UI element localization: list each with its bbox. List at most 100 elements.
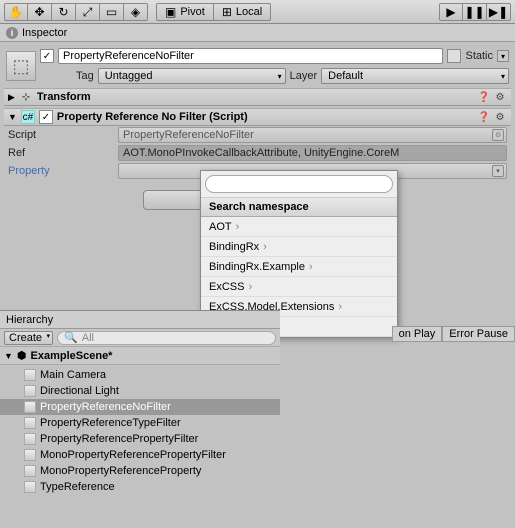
object-picker-button[interactable]: ⊙ xyxy=(492,129,504,141)
hand-tool-button[interactable]: ✋ xyxy=(4,3,28,21)
transform-title: Transform xyxy=(37,91,473,103)
chevron-right-icon: › xyxy=(338,301,342,313)
step-icon: ▶❚ xyxy=(489,6,508,18)
property-field-label: Property xyxy=(8,165,118,177)
popup-item-bindingrx-example[interactable]: BindingRx.Example› xyxy=(201,257,397,277)
rect-tool-button[interactable]: ▭ xyxy=(100,3,124,21)
layer-dropdown[interactable]: Default xyxy=(321,68,509,84)
script-component-header[interactable]: ▼ c# ✓ Property Reference No Filter (Scr… xyxy=(4,108,511,126)
popup-item-excss[interactable]: ExCSS› xyxy=(201,277,397,297)
pivot-toggle-button[interactable]: ▣ Pivot xyxy=(156,3,214,21)
cube-icon: ⬚ xyxy=(12,56,29,77)
local-icon: ⊞ xyxy=(222,6,232,18)
play-icon: ▶ xyxy=(446,6,455,18)
rect-icon: ▭ xyxy=(106,6,117,18)
script-enable-checkbox[interactable]: ✓ xyxy=(39,110,53,124)
scale-tool-button[interactable]: ⤢ xyxy=(76,3,100,21)
gameobject-icon xyxy=(24,465,36,477)
gameobject-icon xyxy=(24,401,36,413)
scene-header[interactable]: ▼ ⬢ ExampleScene* xyxy=(0,347,280,365)
ref-field-value[interactable]: AOT.MonoPInvokeCallbackAttribute, UnityE… xyxy=(118,145,507,161)
foldout-icon: ▼ xyxy=(4,351,13,361)
inspector-icon: i xyxy=(6,27,18,39)
rotate-tool-button[interactable]: ↻ xyxy=(52,3,76,21)
hand-icon: ✋ xyxy=(9,6,24,18)
script-field-value[interactable]: PropertyReferenceNoFilter ⊙ xyxy=(118,127,507,143)
popup-search-area: 🔍 xyxy=(201,171,397,197)
static-label: Static xyxy=(465,50,493,62)
pivot-label: Pivot xyxy=(180,6,204,18)
local-toggle-button[interactable]: ⊞ Local xyxy=(214,3,271,21)
gameobject-name-input[interactable] xyxy=(58,48,443,64)
move-tool-button[interactable]: ✥ xyxy=(28,3,52,21)
clear-on-play-toggle[interactable]: on Play xyxy=(392,326,443,342)
pivot-icon: ▣ xyxy=(165,6,176,18)
tree-item-propertyreferencepropertyfilter[interactable]: PropertyReferencePropertyFilter xyxy=(0,431,280,447)
main-toolbar: ✋ ✥ ↻ ⤢ ▭ ◈ ▣ Pivot ⊞ Local ▶ ❚❚ ▶❚ xyxy=(0,0,515,24)
hierarchy-panel: Hierarchy Create 🔍 All ▼ ⬢ ExampleScene*… xyxy=(0,310,280,497)
popup-item-aot[interactable]: AOT› xyxy=(201,217,397,237)
tree-item-typereference[interactable]: TypeReference xyxy=(0,479,280,495)
play-button[interactable]: ▶ xyxy=(439,3,463,21)
gameobject-icon xyxy=(24,385,36,397)
tree-item-propertyreferencetypefilter[interactable]: PropertyReferenceTypeFilter xyxy=(0,415,280,431)
pause-button[interactable]: ❚❚ xyxy=(463,3,487,21)
search-icon: 🔍 xyxy=(64,331,78,344)
tree-item-directional-light[interactable]: Directional Light xyxy=(0,383,280,399)
popup-item-bindingrx[interactable]: BindingRx› xyxy=(201,237,397,257)
hierarchy-tab-label: Hierarchy xyxy=(6,314,53,326)
transform-component-header[interactable]: ▶ ⊹ Transform ❓ ⚙ xyxy=(4,88,511,106)
hierarchy-tab[interactable]: Hierarchy xyxy=(0,311,280,329)
gear-icon[interactable]: ⚙ xyxy=(493,110,507,124)
error-pause-toggle[interactable]: Error Pause xyxy=(442,326,515,342)
foldout-icon: ▶ xyxy=(8,92,15,103)
help-icon[interactable]: ❓ xyxy=(477,110,491,124)
ref-field-row: Ref AOT.MonoPInvokeCallbackAttribute, Un… xyxy=(4,144,511,162)
tree-item-monopropertyreferenceproperty[interactable]: MonoPropertyReferenceProperty xyxy=(0,463,280,479)
transform-icon: ◈ xyxy=(131,6,140,18)
hierarchy-search-input[interactable]: 🔍 All xyxy=(57,331,276,345)
rotate-icon: ↻ xyxy=(58,6,68,18)
gameobject-icon xyxy=(24,481,36,493)
active-checkbox[interactable]: ✓ xyxy=(40,49,54,63)
inspector-tab[interactable]: i Inspector xyxy=(0,24,515,42)
scale-icon: ⤢ xyxy=(83,6,93,18)
console-toolbar: on Play Error Pause xyxy=(392,326,515,342)
tree-item-propertyreferencenofilter[interactable]: PropertyReferenceNoFilter xyxy=(0,399,280,415)
pause-icon: ❚❚ xyxy=(464,6,484,18)
tree-item-monopropertyreferencepropertyfilter[interactable]: MonoPropertyReferencePropertyFilter xyxy=(0,447,280,463)
move-icon: ✥ xyxy=(34,6,44,18)
chevron-right-icon: › xyxy=(248,281,252,293)
script-title: Property Reference No Filter (Script) xyxy=(57,111,473,123)
gameobject-icon xyxy=(24,449,36,461)
unity-scene-icon: ⬢ xyxy=(17,349,27,362)
chevron-right-icon: › xyxy=(309,261,313,273)
local-label: Local xyxy=(236,6,262,18)
gear-icon[interactable]: ⚙ xyxy=(493,90,507,104)
tree-item-main-camera[interactable]: Main Camera xyxy=(0,367,280,383)
layer-label: Layer xyxy=(290,70,318,82)
popup-search-input[interactable] xyxy=(205,175,393,193)
help-icon[interactable]: ❓ xyxy=(477,90,491,104)
step-button[interactable]: ▶❚ xyxy=(487,3,511,21)
tag-dropdown[interactable]: Untagged xyxy=(98,68,286,84)
static-checkbox[interactable] xyxy=(447,49,461,63)
popup-title: Search namespace xyxy=(201,197,397,217)
script-field-row: Script PropertyReferenceNoFilter ⊙ xyxy=(4,126,511,144)
create-dropdown[interactable]: Create xyxy=(4,331,53,345)
gameobject-icon xyxy=(24,433,36,445)
chevron-right-icon: › xyxy=(236,221,240,233)
gameobject-icon xyxy=(24,369,36,381)
hierarchy-tree: Main Camera Directional Light PropertyRe… xyxy=(0,365,280,497)
transform-tool-button[interactable]: ◈ xyxy=(124,3,148,21)
script-field-label: Script xyxy=(8,129,118,141)
gameobject-icon xyxy=(24,417,36,429)
inspector-tab-label: Inspector xyxy=(22,27,67,39)
static-dropdown-arrow[interactable]: ▾ xyxy=(497,50,509,62)
chevron-right-icon: › xyxy=(263,241,267,253)
dropdown-button[interactable]: ▾ xyxy=(492,165,504,177)
tag-label: Tag xyxy=(76,70,94,82)
gameobject-icon: ⬚ xyxy=(6,51,36,81)
scene-name: ExampleScene* xyxy=(31,350,113,362)
script-icon: c# xyxy=(21,110,35,124)
